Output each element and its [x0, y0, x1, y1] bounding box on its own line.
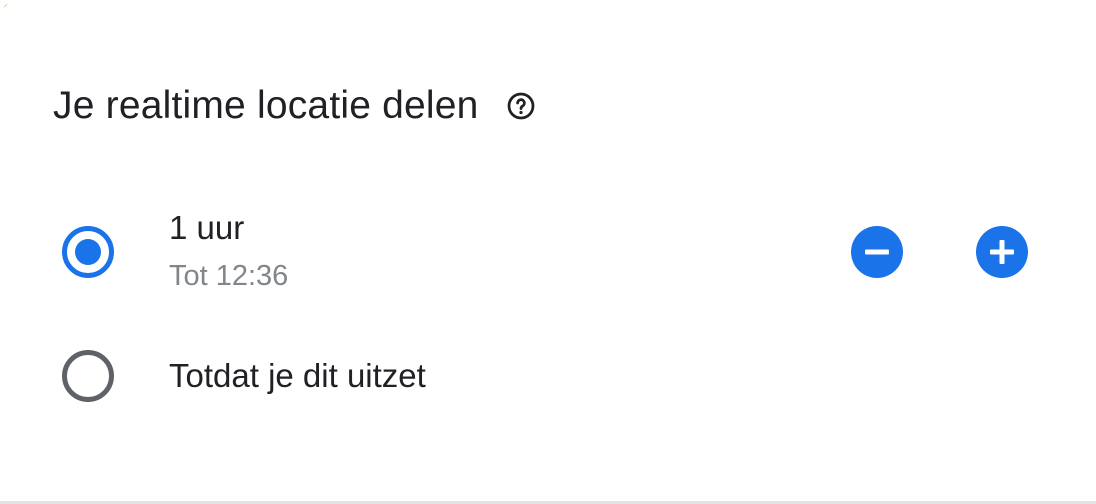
radio-until-turned-off[interactable]	[62, 350, 114, 402]
option-until-turned-off[interactable]: Totdat je dit uitzet	[0, 340, 1096, 420]
plus-circle-icon	[990, 240, 1014, 264]
option-one-hour[interactable]: 1 uur Tot 12:36	[0, 200, 1096, 310]
option-label-until-turned-off: Totdat je dit uitzet	[169, 357, 426, 394]
increase-duration-button[interactable]	[976, 226, 1028, 278]
dialog-title: Je realtime locatie delen	[53, 84, 479, 127]
radio-selected-dot	[75, 239, 101, 265]
background-peek	[0, 0, 8, 8]
share-location-sheet: Je realtime locatie delen 1 uur Tot 12:3…	[0, 0, 1096, 504]
option-label-one-hour: 1 uur	[169, 209, 245, 246]
option-sublabel-until-time: Tot 12:36	[169, 260, 289, 292]
title-row: Je realtime locatie delen	[53, 78, 537, 134]
minus-circle-icon	[865, 249, 889, 255]
radio-one-hour[interactable]	[62, 226, 114, 278]
decrease-duration-button[interactable]	[851, 226, 903, 278]
help-circle-icon[interactable]	[505, 90, 537, 122]
